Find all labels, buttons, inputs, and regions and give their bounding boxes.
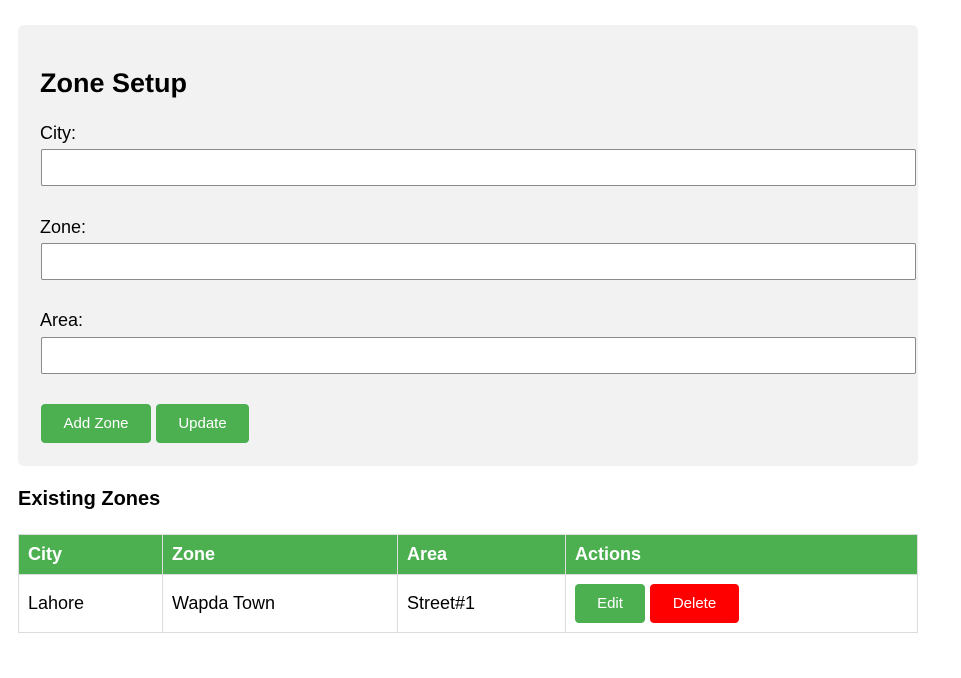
- column-header-actions: Actions: [565, 534, 918, 575]
- table-row: Lahore Wapda Town Street#1 Edit Delete: [18, 574, 918, 633]
- area-label: Area:: [40, 310, 84, 330]
- cell-city: Lahore: [18, 574, 163, 633]
- edit-button[interactable]: Edit: [575, 584, 645, 623]
- city-label: City:: [40, 123, 76, 143]
- column-header-city: City: [18, 534, 163, 575]
- add-zone-button[interactable]: Add Zone: [41, 404, 151, 443]
- update-button[interactable]: Update: [156, 404, 249, 443]
- table-header-row: City Zone Area Actions: [18, 534, 918, 575]
- zone-input[interactable]: [41, 243, 916, 280]
- city-input[interactable]: [41, 149, 916, 186]
- cell-actions: Edit Delete: [565, 574, 918, 633]
- zone-label: Zone:: [40, 217, 87, 237]
- cell-area: Street#1: [397, 574, 566, 633]
- area-input[interactable]: [41, 337, 916, 374]
- panel-title: Zone Setup: [40, 68, 187, 98]
- zone-setup-panel: Zone Setup City: Zone: Area: Add Zone Up…: [18, 25, 918, 466]
- existing-zones-title: Existing Zones: [18, 488, 161, 510]
- delete-button[interactable]: Delete: [650, 584, 739, 623]
- column-header-zone: Zone: [162, 534, 398, 575]
- cell-zone: Wapda Town: [162, 574, 398, 633]
- zones-table: City Zone Area Actions Lahore Wapda Town…: [18, 534, 918, 633]
- column-header-area: Area: [397, 534, 566, 575]
